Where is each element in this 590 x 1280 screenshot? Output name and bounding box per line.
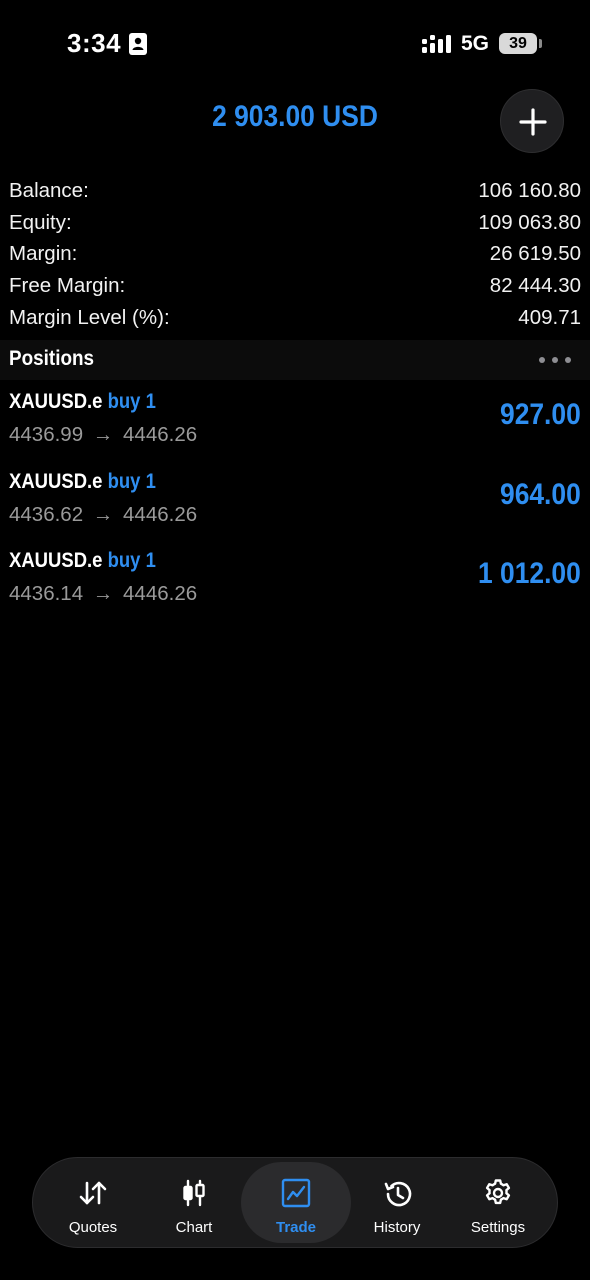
position-symbol: XAUUSD.e [9, 469, 103, 493]
balance-label: Balance: [9, 178, 89, 202]
position-side: buy 1 [107, 469, 156, 493]
candlestick-icon [183, 1179, 205, 1207]
margin-level-row: Margin Level (%): 409.71 [9, 302, 581, 334]
position-prices: 4436.14 → 4446.26 [9, 582, 197, 606]
position-symbol: XAUUSD.e [9, 549, 103, 572]
current-price: 4446.26 [123, 502, 198, 526]
position-profit: 1 012.00 [478, 557, 581, 590]
gear-icon [485, 1179, 511, 1205]
account-summary: Balance: 106 160.80 Equity: 109 063.80 M… [9, 175, 581, 334]
tab-settings-label: Settings [470, 1219, 526, 1236]
position-profit: 927.00 [500, 398, 581, 431]
margin-level-value: 409.71 [518, 306, 581, 330]
total-profit: 2 903.00 USD [212, 100, 378, 133]
margin-value: 26 619.50 [489, 242, 581, 266]
network-type: 5G [461, 32, 490, 55]
free-margin-label: Free Margin: [9, 274, 126, 298]
status-bar: 3:34 5G 39 [0, 0, 590, 88]
margin-label: Margin: [9, 242, 78, 266]
position-row[interactable]: XAUUSD.e buy 1 4436.62 → 4446.26 964.00 [0, 466, 590, 546]
position-prices: 4436.99 → 4446.26 [9, 423, 197, 447]
current-price: 4446.26 [123, 423, 198, 446]
signal-strength-icon [422, 35, 451, 53]
positions-title: Positions [9, 347, 95, 370]
tab-history-label: History [373, 1219, 421, 1236]
free-margin-row: Free Margin: 82 444.30 [9, 270, 581, 302]
tab-trade[interactable]: Trade [241, 1162, 351, 1243]
margin-row: Margin: 26 619.50 [9, 239, 581, 271]
current-price: 4446.26 [123, 582, 198, 605]
margin-level-label: Margin Level (%): [9, 306, 170, 330]
arrow-right-icon: → [92, 423, 114, 446]
equity-value: 109 063.80 [478, 210, 581, 234]
battery-tip [539, 39, 542, 48]
status-time: 3:34 [67, 28, 122, 58]
new-order-button[interactable] [500, 89, 564, 153]
position-row[interactable]: XAUUSD.e buy 1 4436.99 → 4446.26 927.00 [0, 386, 590, 466]
balance-row: Balance: 106 160.80 [9, 175, 581, 207]
plus-icon [519, 108, 547, 136]
contact-card-icon [129, 33, 147, 55]
free-margin-value: 82 444.30 [489, 274, 581, 298]
position-profit: 964.00 [500, 477, 581, 511]
more-options-icon[interactable] [538, 356, 572, 364]
position-side: buy 1 [107, 549, 156, 572]
battery-icon: 39 [499, 33, 537, 54]
position-symbol: XAUUSD.e [9, 390, 103, 413]
tab-history[interactable]: History [342, 1162, 452, 1243]
position-prices: 4436.62 → 4446.26 [9, 503, 197, 527]
position-side: buy 1 [107, 390, 156, 413]
positions-header: Positions [0, 340, 590, 380]
tab-settings[interactable]: Settings [443, 1162, 553, 1243]
bottom-tab-bar: Quotes Chart Trade History Settings [32, 1157, 558, 1248]
tab-quotes[interactable]: Quotes [38, 1162, 148, 1243]
tab-quotes-label: Quotes [68, 1219, 118, 1236]
position-title: XAUUSD.e buy 1 [9, 390, 156, 414]
open-price: 4436.62 [9, 502, 84, 526]
tab-trade-label: Trade [275, 1219, 317, 1236]
open-price: 4436.99 [9, 423, 84, 446]
quotes-icon [79, 1181, 107, 1205]
arrow-right-icon: → [92, 502, 114, 526]
tab-chart[interactable]: Chart [139, 1162, 249, 1243]
positions-list: XAUUSD.e buy 1 4436.99 → 4446.26 927.00 … [0, 386, 590, 625]
trade-chart-icon [281, 1178, 311, 1208]
history-icon [384, 1181, 412, 1207]
balance-value: 106 160.80 [478, 178, 581, 202]
equity-row: Equity: 109 063.80 [9, 207, 581, 239]
arrow-right-icon: → [92, 582, 114, 605]
position-row[interactable]: XAUUSD.e buy 1 4436.14 → 4446.26 1 012.0… [0, 545, 590, 625]
position-title: XAUUSD.e buy 1 [9, 470, 156, 494]
position-title: XAUUSD.e buy 1 [9, 549, 156, 573]
open-price: 4436.14 [9, 582, 84, 605]
tab-chart-label: Chart [175, 1219, 213, 1236]
equity-label: Equity: [9, 210, 72, 234]
